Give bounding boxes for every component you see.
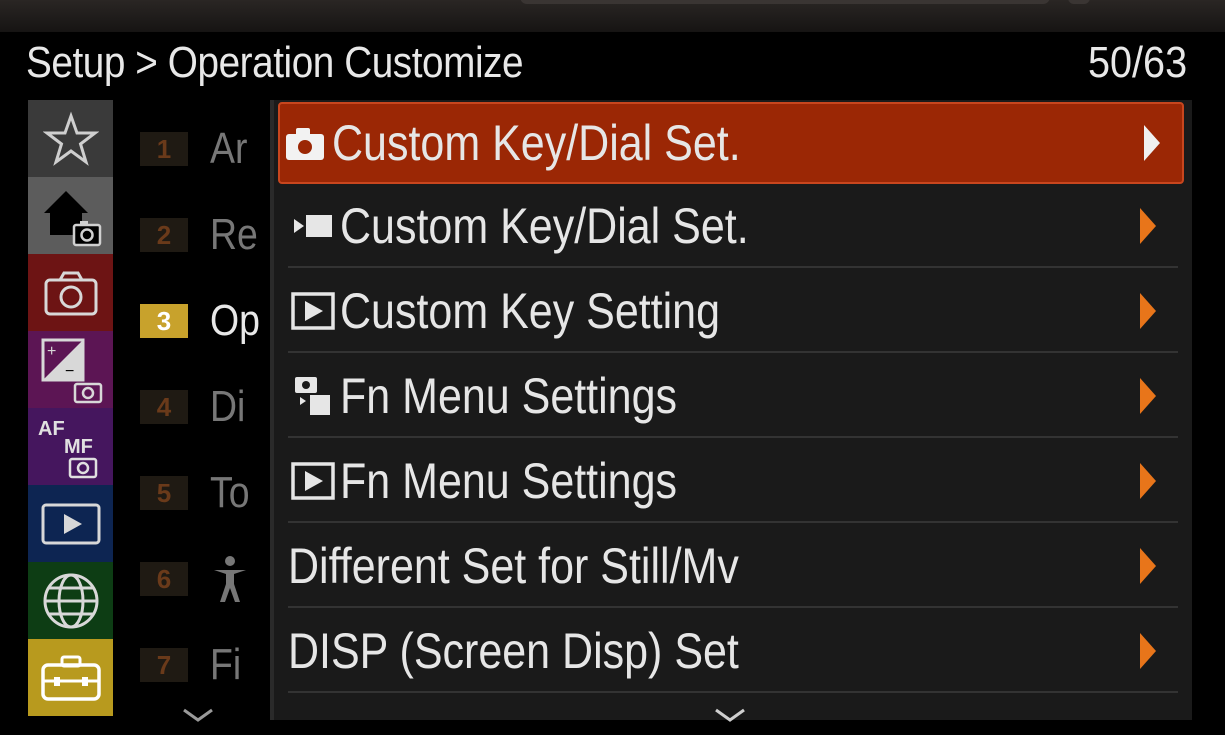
movie-icon — [288, 201, 338, 251]
menu-item-fn-menu-playback[interactable]: Fn Menu Settings — [288, 441, 1178, 523]
menu-item-label: Fn Menu Settings — [340, 368, 678, 424]
menu-header: Setup > Operation Customize 50/63 — [0, 32, 1225, 98]
menu-item-label: Custom Key/Dial Set. — [332, 115, 741, 171]
fn-still-movie-icon — [288, 371, 338, 421]
star-icon — [42, 110, 99, 166]
chevron-right-icon — [1140, 208, 1156, 244]
page-label: To — [210, 468, 250, 517]
page-number: 3 — [140, 304, 188, 338]
menu-item-custom-key-dial-still[interactable]: Custom Key/Dial Set. — [278, 102, 1184, 184]
chevron-right-icon — [1144, 125, 1160, 161]
page-indicator: 50/63 — [1087, 38, 1187, 87]
top-bezel — [0, 0, 1225, 32]
menu-item-fn-menu-still-movie[interactable]: Fn Menu Settings — [288, 356, 1178, 438]
svg-text:AF: AF — [38, 418, 65, 440]
page-row-6[interactable]: 6 — [140, 536, 270, 622]
camera-icon — [44, 271, 97, 315]
exposure-camera-icon: + − — [41, 338, 102, 403]
menu-item-different-set[interactable]: Different Set for Still/Mv — [288, 526, 1178, 608]
home-camera-icon — [43, 190, 101, 246]
category-rail: + − AF MF — [28, 100, 113, 720]
menu-item-custom-key-setting[interactable]: Custom Key Setting — [288, 271, 1178, 353]
page-number: 7 — [140, 648, 188, 682]
menu-item-label: Custom Key/Dial Set. — [340, 198, 749, 254]
chevron-right-icon — [1140, 293, 1156, 329]
still-camera-icon — [280, 118, 330, 168]
af-mf-icon: AF MF — [38, 418, 97, 478]
page-row-7[interactable]: 7 Fi — [140, 622, 270, 708]
playback-icon — [288, 456, 338, 506]
tab-shooting[interactable] — [28, 254, 113, 331]
page-list: 1 Ar 2 Re 3 Op 4 Di 5 To 6 7 Fi — [140, 100, 270, 720]
tab-playback[interactable] — [28, 485, 113, 562]
page-label: Di — [210, 382, 246, 431]
svg-text:MF: MF — [64, 436, 93, 458]
tab-my-menu[interactable] — [28, 100, 113, 177]
page-label: Fi — [210, 640, 242, 689]
page-number: 6 — [140, 562, 188, 596]
page-label: Re — [210, 210, 258, 259]
page-number: 4 — [140, 390, 188, 424]
menu-panel: Custom Key/Dial Set. Custom Key/Dial Set… — [270, 100, 1192, 720]
chevron-right-icon — [1140, 548, 1156, 584]
page-number: 2 — [140, 218, 188, 252]
menu-item-label: Different Set for Still/Mv — [288, 538, 739, 594]
page-row-5[interactable]: 5 To — [140, 450, 270, 536]
page-label: Ar — [210, 124, 248, 173]
playback-icon — [41, 503, 100, 544]
chevron-right-icon — [1140, 463, 1156, 499]
chevron-right-icon — [1140, 378, 1156, 414]
bezel-pill — [520, 0, 1050, 4]
svg-text:+: + — [47, 343, 56, 360]
breadcrumb-title: Setup > Operation Customize — [26, 38, 524, 87]
tab-setup[interactable] — [28, 639, 113, 716]
page-number: 5 — [140, 476, 188, 510]
accessibility-icon — [214, 556, 246, 602]
tab-main[interactable] — [28, 177, 113, 254]
svg-text:−: − — [65, 363, 74, 380]
toolbox-icon — [40, 655, 101, 701]
menu-item-label: DISP (Screen Disp) Set — [288, 623, 739, 679]
globe-icon — [43, 573, 98, 628]
menu-item-disp-set[interactable]: DISP (Screen Disp) Set — [288, 611, 1178, 693]
menu-item-custom-key-dial-movie[interactable]: Custom Key/Dial Set. — [288, 186, 1178, 268]
tab-focus[interactable]: AF MF — [28, 408, 113, 485]
menu-item-label: Fn Menu Settings — [340, 453, 678, 509]
page-row-2[interactable]: 2 Re — [140, 192, 270, 278]
chevron-down-icon[interactable] — [712, 706, 748, 724]
chevron-right-icon — [1140, 633, 1156, 669]
bezel-dot — [1068, 0, 1090, 4]
tab-network[interactable] — [28, 562, 113, 639]
playback-icon — [288, 286, 338, 336]
chevron-down-icon[interactable] — [180, 706, 216, 724]
page-row-4[interactable]: 4 Di — [140, 364, 270, 450]
camera-menu-screen: Setup > Operation Customize 50/63 + − AF… — [0, 0, 1225, 735]
menu-item-label: Custom Key Setting — [340, 283, 721, 339]
page-row-3[interactable]: 3 Op — [140, 278, 270, 364]
page-number: 1 — [140, 132, 188, 166]
tab-exposure-color[interactable]: + − — [28, 331, 113, 408]
page-row-1[interactable]: 1 Ar — [140, 106, 270, 192]
page-label: Op — [210, 296, 260, 345]
